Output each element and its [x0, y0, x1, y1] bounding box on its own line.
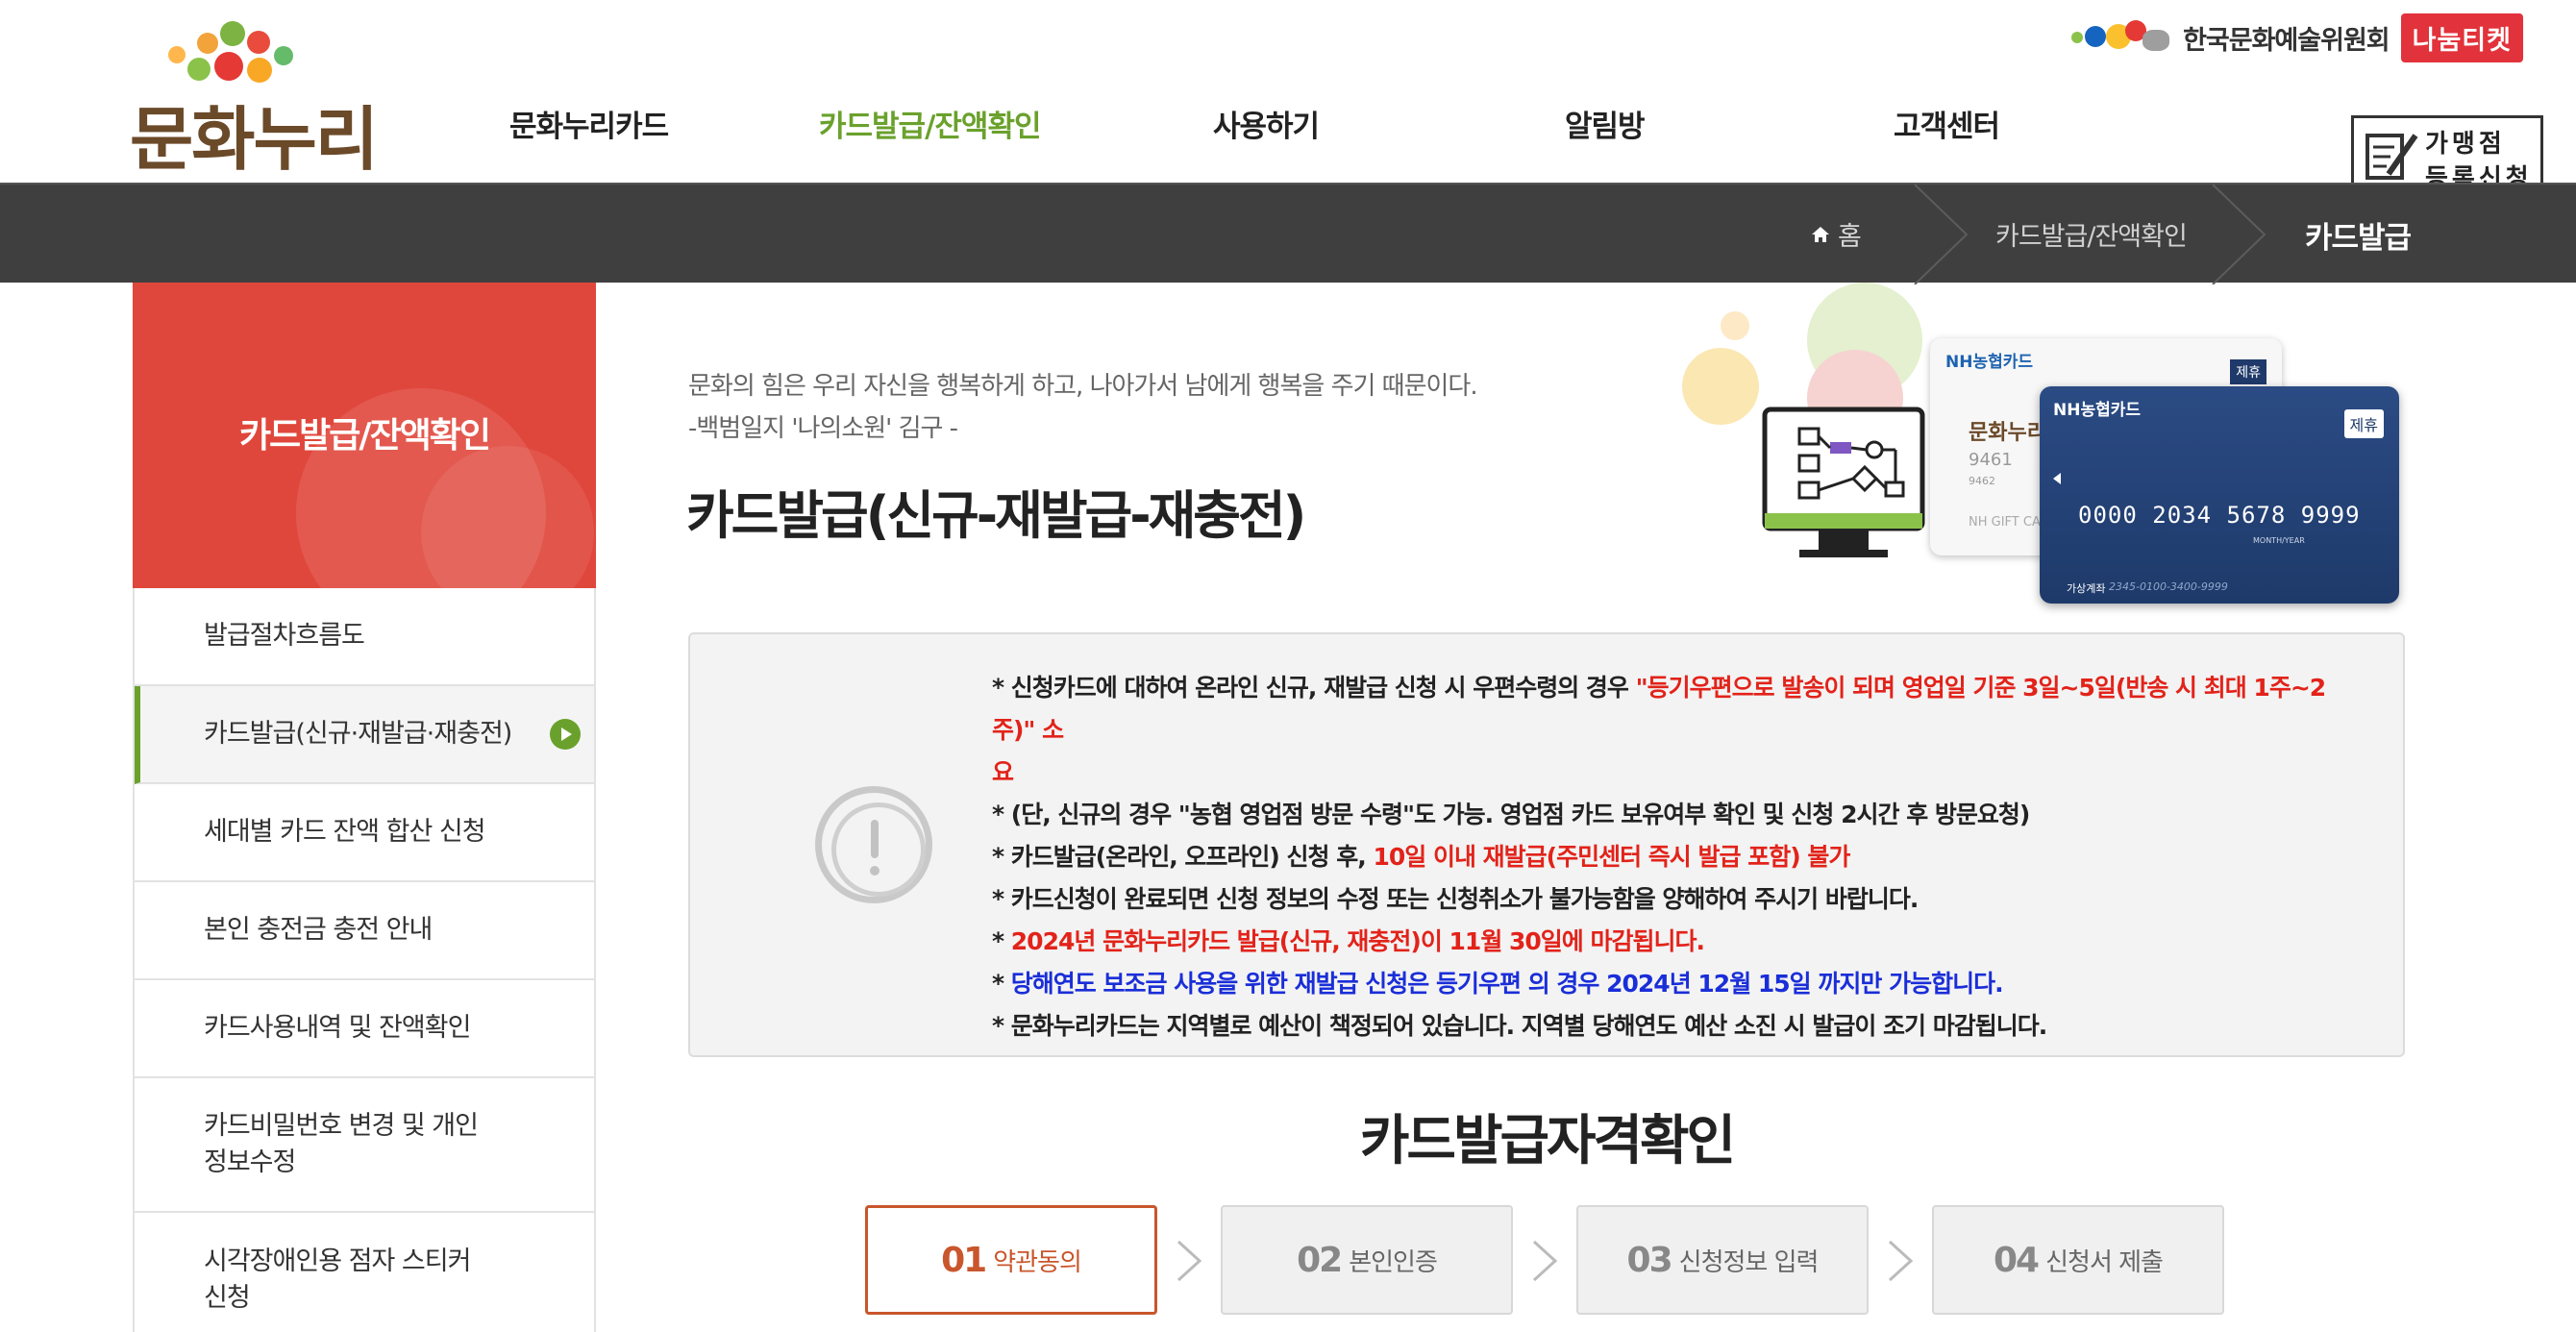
notice-item: * (단, 신규의 경우 "농협 영업점 방문 수령"도 가능. 영업점 카드 … [992, 801, 2030, 828]
notice-item: * 2024년 문화누리카드 발급(신규, 재충전)이 11월 30일에 마감됩… [992, 927, 1705, 955]
logo-text: 문화누리 [130, 99, 379, 180]
site-logo[interactable]: 문화누리 [130, 17, 379, 180]
sidebar-item-label: 본인 충전금 충전 안내 [204, 915, 433, 945]
chevron-right-icon [1888, 1240, 1914, 1282]
card-chip-arrow-icon [2053, 473, 2061, 484]
section-title: 카드발급자격확인 [1359, 1110, 1736, 1172]
card-front: NH농협카드 제휴 0000 2034 5678 9999 MONTH/YEAR… [2040, 386, 2399, 604]
sidebar-item-label: 카드발급(신규·재발급·재충전) [204, 719, 512, 749]
nav-notice[interactable]: 알림방 [1565, 102, 1646, 145]
notice-item: * 카드발급(온라인, 오프라인) 신청 후, 10일 이내 재발급(주민센터 … [992, 843, 1850, 871]
notice-item: * 문화누리카드는 지역별로 예산이 책정되어 있습니다. 지역별 당해연도 예… [992, 1012, 2047, 1040]
sidebar-item-label: 세대별 카드 잔액 합산 신청 [204, 817, 486, 847]
quote-text: 문화의 힘은 우리 자신을 행복하게 하고, 나아가서 남에게 행복을 주기 때… [688, 372, 1478, 443]
arko-logo-icon [2071, 20, 2171, 55]
sidebar-item-label: 카드사용내역 및 잔액확인 [204, 1013, 471, 1043]
breadcrumb-section[interactable]: 카드발급/잔액확인 [1995, 215, 2188, 253]
card-account-label: 가상계좌 [2067, 582, 2106, 595]
nanum-ticket-link[interactable]: 나눔티켓 [2400, 12, 2523, 62]
card-gift-label: NH GIFT CA [1969, 515, 2041, 530]
decor-bubble [1682, 348, 1759, 425]
card-number-small: 9462 [1969, 475, 1995, 487]
nav-card-issue[interactable]: 카드발급/잔액확인 [819, 102, 1041, 145]
sidebar-item-braille-sticker[interactable]: 시각장애인용 점자 스티커 신청 [135, 1213, 594, 1332]
breadcrumb-home[interactable]: 홈 [1811, 215, 1862, 253]
nav-usage[interactable]: 사용하기 [1213, 102, 1320, 145]
sidebar-item-card-issue[interactable]: 카드발급(신규·재발급·재충전) [135, 686, 594, 784]
card-brand: NH농협카드 [2053, 401, 2142, 420]
card-number-short: 9461 [1969, 450, 2013, 470]
breadcrumb-separator-icon [2212, 185, 2266, 284]
breadcrumb-current[interactable]: 카드발급 [2305, 213, 2412, 257]
breadcrumb-separator-icon [1914, 185, 1969, 284]
chevron-right-icon [1177, 1240, 1202, 1282]
sidebar-item-issue-flow[interactable]: 발급절차흐름도 [135, 588, 594, 686]
sidebar-item-label: 발급절차흐름도 [204, 621, 365, 651]
step-submit[interactable]: 04 신청서 제출 [1932, 1205, 2224, 1315]
document-pen-icon [2365, 134, 2418, 180]
card-badge: 제휴 [2230, 359, 2266, 384]
nav-munhwa-card[interactable]: 문화누리카드 [509, 102, 669, 145]
notice-item: 요 [992, 758, 1014, 786]
notice-item: * 당해연도 보조금 사용을 위한 재발급 신청은 등기우편 의 경우 2024… [992, 970, 2004, 998]
alert-icon [815, 786, 932, 903]
card-expiry-label: MONTH/YEAR [2253, 536, 2305, 545]
breadcrumb-home-label: 홈 [1838, 222, 1862, 252]
sidebar-item-usage-history[interactable]: 카드사용내역 및 잔액확인 [135, 980, 594, 1078]
sidebar-item-self-charge[interactable]: 본인 충전금 충전 안내 [135, 882, 594, 980]
franchise-line1: 가맹점 [2425, 130, 2506, 159]
card-visual: NH농협카드 제휴 문화누리 9461 9462 NH GIFT CA NH농협… [1624, 283, 2413, 609]
sidebar-item-label: 시각장애인용 점자 스티커 신청 [204, 1246, 471, 1313]
notice-item: * 카드신청이 완료되면 신청 정보의 수정 또는 신청취소가 불가능함을 양해… [992, 885, 1919, 913]
decor-bubble [1721, 311, 1749, 340]
nav-customer-center[interactable]: 고객센터 [1894, 102, 2000, 145]
monitor-flowchart-icon [1762, 407, 1925, 557]
card-account: 2345-0100-3400-9999 [2109, 580, 2228, 593]
card-number: 0000 2034 5678 9999 [2078, 502, 2361, 529]
sidebar-item-household-balance[interactable]: 세대별 카드 잔액 합산 신청 [135, 784, 594, 882]
notice-item: * 신청카드에 대하여 온라인 신규, 재발급 신청 시 우편수령의 경우 "등… [992, 674, 2326, 744]
page-title: 카드발급(신규-재발급-재충전) [686, 485, 1306, 546]
step-identity[interactable]: 02 본인인증 [1221, 1205, 1513, 1315]
arrow-right-icon [550, 719, 581, 750]
sidebar-item-password-change[interactable]: 카드비밀번호 변경 및 개인 정보수정 [135, 1078, 594, 1213]
card-badge: 제휴 [2343, 409, 2384, 438]
step-terms[interactable]: 01 약관동의 [865, 1205, 1157, 1315]
chevron-right-icon [1532, 1240, 1558, 1282]
home-icon [1812, 226, 1829, 242]
sidebar-menu: 발급절차흐름도 카드발급(신규·재발급·재충전) 세대별 카드 잔액 합산 신청… [133, 588, 596, 1332]
arko-link[interactable]: 한국문화예술위원회 [2183, 19, 2390, 57]
breadcrumb-bar: 홈 카드발급/잔액확인 카드발급 [0, 183, 2576, 284]
sidebar-item-label: 카드비밀번호 변경 및 개인 정보수정 [204, 1111, 479, 1177]
step-info-input[interactable]: 03 신청정보 입력 [1576, 1205, 1869, 1315]
sidebar-header: 카드발급/잔액확인 [133, 283, 596, 588]
partner-links: 한국문화예술위원회 나눔티켓 [2071, 12, 2523, 62]
sidebar-title: 카드발급/잔액확인 [238, 416, 491, 456]
notice-list: * 신청카드에 대하여 온라인 신규, 재발급 신청 시 우편수령의 경우 "등… [992, 667, 2357, 1048]
card-brand: NH농협카드 [1945, 353, 2034, 372]
notice-box: * 신청카드에 대하여 온라인 신규, 재발급 신청 시 우편수령의 경우 "등… [688, 632, 2405, 1057]
card-logo: 문화누리 [1969, 421, 2046, 445]
